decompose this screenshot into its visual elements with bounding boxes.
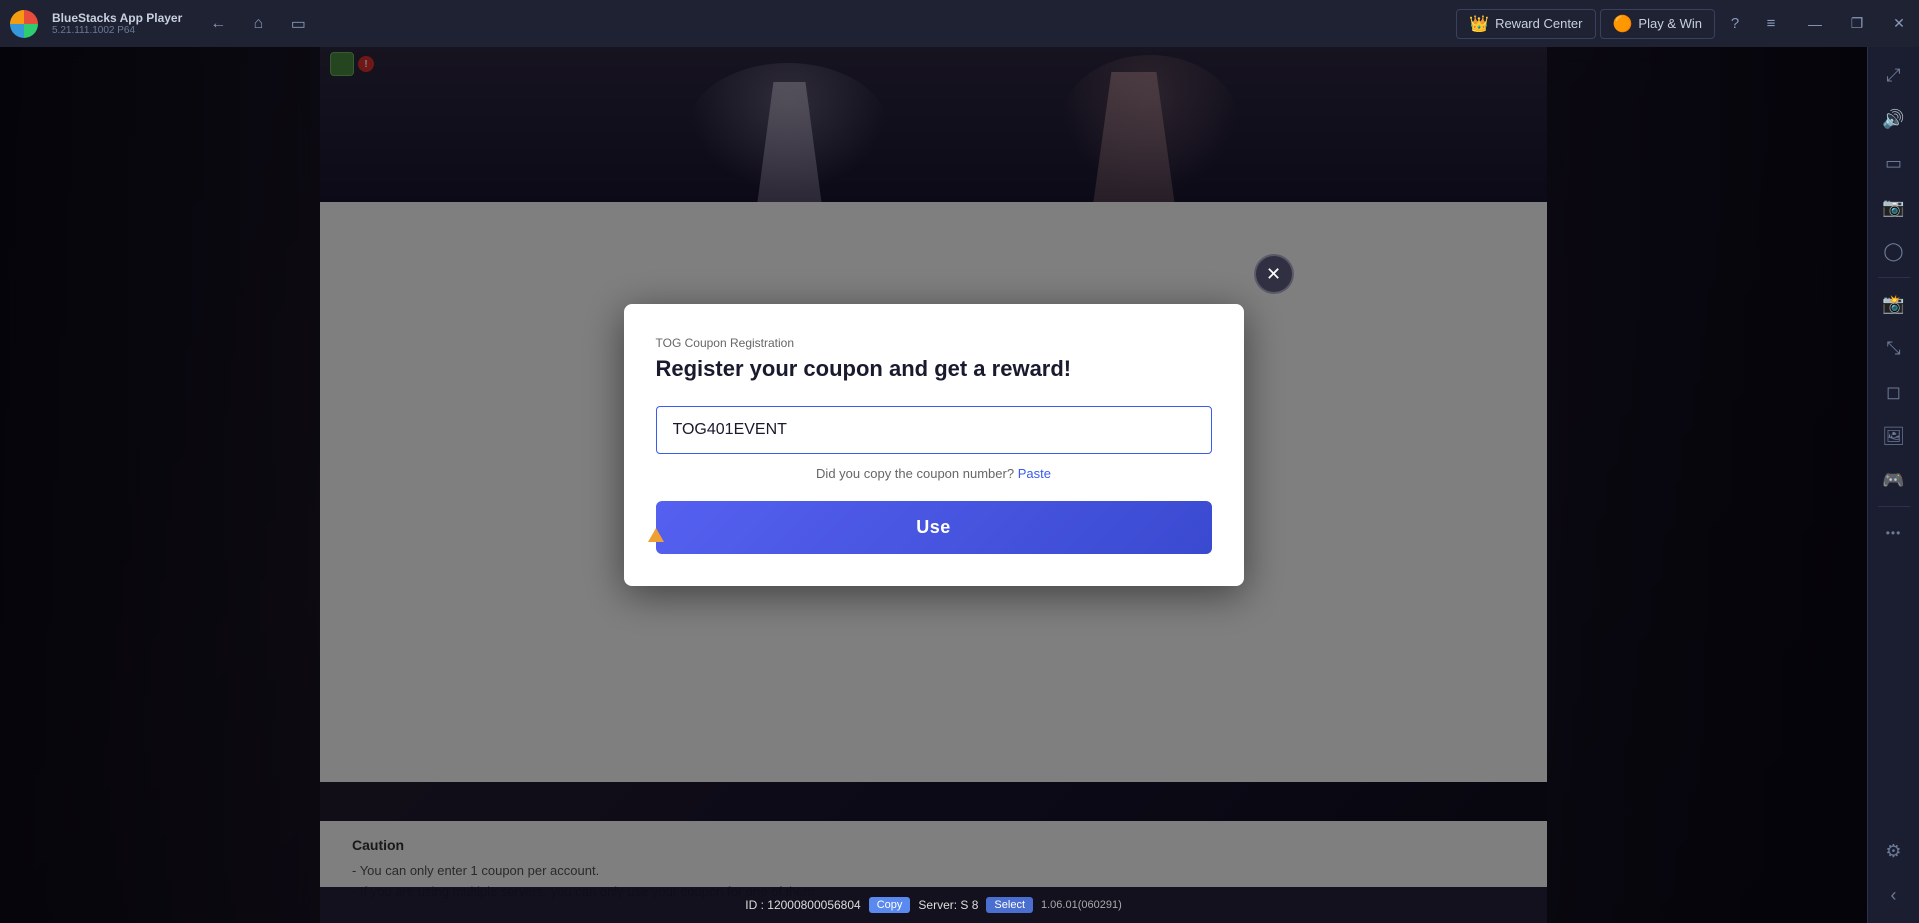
help-icon: ? [1731,15,1739,32]
home-button[interactable]: ⌂ [242,8,274,40]
paste-hint: Did you copy the coupon number? Paste [656,466,1212,481]
dialog-title: Register your coupon and get a reward! [656,356,1212,382]
dialog-overlay: ✕ TOG Coupon Registration Register your … [0,47,1867,923]
nav-controls: ← ⌂ ▭ [202,8,314,40]
dialog-close-button[interactable]: ✕ [1254,254,1294,294]
app-info: BlueStacks App Player 5.21.111.1002 P64 [52,11,182,36]
fullscreen-icon-btn[interactable]: ◻ [1874,372,1914,412]
dialog-close-icon: ✕ [1266,264,1281,285]
app-version: 5.21.111.1002 P64 [52,25,182,36]
minimize-button[interactable]: — [1795,8,1835,40]
app-name: BlueStacks App Player [52,11,182,25]
app-logo [0,0,48,47]
media-icon-btn[interactable]: 🖼 [1874,416,1914,456]
use-button[interactable]: Use [656,501,1212,554]
title-bar-right: 👑 Reward Center 🟠 Play & Win ? ≡ [1456,8,1787,40]
coupon-input[interactable] [656,406,1212,454]
record-icon-btn[interactable]: ◯ [1874,231,1914,271]
screenshot-icon-btn[interactable]: 📸 [1874,284,1914,324]
help-button[interactable]: ? [1719,8,1751,40]
logo-circle [10,10,38,38]
resize-icon-btn[interactable]: ⤡ [1874,328,1914,368]
gamepad-icon-btn[interactable]: 🎮 [1874,460,1914,500]
title-bar: BlueStacks App Player 5.21.111.1002 P64 … [0,0,1919,47]
minimize-icon: — [1808,16,1822,32]
collapse-sidebar-btn[interactable]: ‹ [1874,875,1914,915]
play-win-icon: 🟠 [1613,14,1633,34]
close-icon: ✕ [1893,15,1905,32]
game-id: ID : 12000800056804 [745,898,860,912]
game-bottom-bar: ID : 12000800056804 Copy Server: S 8 Sel… [320,887,1547,923]
settings-icon-btn[interactable]: ⚙ [1874,831,1914,871]
expand-icon-btn[interactable]: ⤢ [1874,55,1914,95]
copy-button[interactable]: Copy [869,897,911,913]
camera-icon-btn[interactable]: 📷 [1874,187,1914,227]
play-win-label: Play & Win [1638,16,1702,31]
sidebar-divider-1 [1878,277,1910,278]
game-version: 1.06.01(060291) [1041,899,1122,911]
right-sidebar: ⤢ 🔊 ▭ 📷 ◯ 📸 ⤡ ◻ 🖼 🎮 ••• ⚙ ‹ [1867,47,1919,923]
coupon-dialog: ✕ TOG Coupon Registration Register your … [624,304,1244,586]
sidebar-divider-2 [1878,506,1910,507]
restore-button[interactable]: ❐ [1837,8,1877,40]
volume-icon-btn[interactable]: 🔊 [1874,99,1914,139]
select-button[interactable]: Select [986,897,1033,913]
reward-center-button[interactable]: 👑 Reward Center [1456,9,1595,39]
dialog-subtitle: TOG Coupon Registration [656,336,1212,350]
close-button[interactable]: ✕ [1879,8,1919,40]
reward-center-label: Reward Center [1495,16,1582,31]
paste-hint-text: Did you copy the coupon number? [816,466,1014,481]
back-button[interactable]: ← [202,8,234,40]
reward-crown-icon: 👑 [1469,14,1489,34]
game-server: Server: S 8 [918,898,978,912]
menu-icon: ≡ [1767,15,1776,32]
more-icon-btn[interactable]: ••• [1874,513,1914,553]
menu-button[interactable]: ≡ [1755,8,1787,40]
display-icon-btn[interactable]: ▭ [1874,143,1914,183]
main-content: ! ✕ TOG Coupon Registration Register you… [0,47,1867,923]
paste-link[interactable]: Paste [1018,466,1051,481]
window-controls: — ❐ ✕ [1795,8,1919,40]
play-win-button[interactable]: 🟠 Play & Win [1600,9,1716,39]
tab-button[interactable]: ▭ [282,8,314,40]
restore-icon: ❐ [1851,15,1864,32]
